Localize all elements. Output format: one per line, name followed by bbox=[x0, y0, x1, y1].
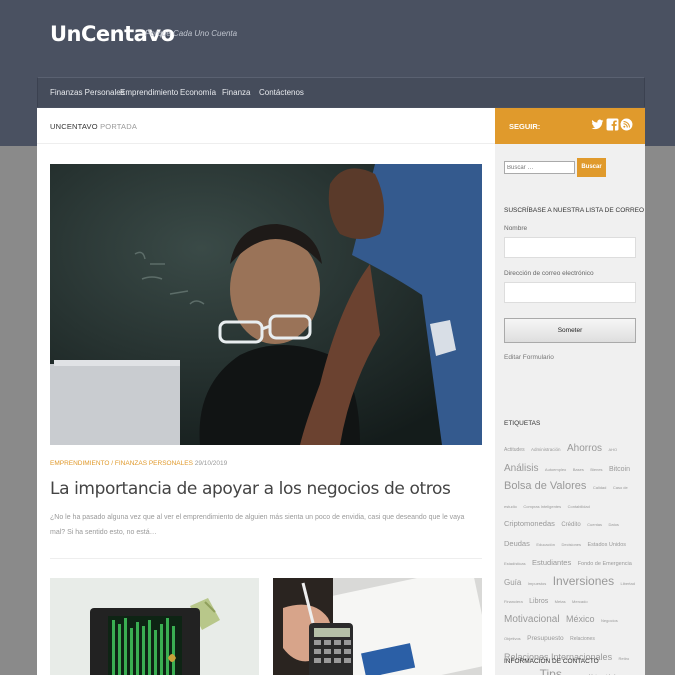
tag-link[interactable]: Estudiantes bbox=[532, 558, 571, 567]
tag-link[interactable]: AHO bbox=[608, 447, 617, 452]
post-title[interactable]: La importancia de apoyar a los negocios … bbox=[50, 479, 451, 499]
tag-link[interactable]: Relaciones bbox=[570, 636, 595, 642]
nav-item-contactenos[interactable]: Contáctenos bbox=[259, 88, 304, 97]
tag-link[interactable]: Ahorros bbox=[567, 443, 602, 454]
post-date: 29/10/2019 bbox=[194, 460, 228, 467]
featured-image[interactable] bbox=[50, 164, 482, 445]
search-input[interactable] bbox=[504, 161, 575, 174]
tag-link[interactable]: Motivacional bbox=[504, 614, 560, 625]
contact-title: INFORMACIÓN DE CONTACTO bbox=[504, 658, 599, 665]
tag-link[interactable]: Educación bbox=[536, 542, 555, 547]
breadcrumb: UNCENTAVO PORTADA bbox=[37, 108, 495, 144]
tag-link[interactable]: Guía bbox=[504, 578, 521, 587]
tag-link[interactable]: Decisiones bbox=[561, 542, 581, 547]
nav-item-economia[interactable]: Economía bbox=[180, 88, 216, 97]
main-nav: Finanzas Personales Emprendimiento Econo… bbox=[37, 77, 645, 107]
tag-link[interactable]: Tips bbox=[540, 667, 562, 675]
tag-cloud: Actitudes Administración Ahorros AHO Aná… bbox=[504, 439, 640, 675]
nav-item-finanza[interactable]: Finanza bbox=[222, 88, 250, 97]
tags-title: ETIQUETAS bbox=[504, 420, 541, 427]
tag-link[interactable]: Bases bbox=[573, 467, 584, 472]
submit-button[interactable]: Someter bbox=[504, 318, 636, 343]
tag-link[interactable]: Presupuesto bbox=[527, 635, 564, 642]
follow-bar: SEGUIR: bbox=[495, 108, 645, 144]
email-label: Dirección de correo electrónico bbox=[504, 270, 594, 277]
tag-link[interactable]: Negocios bbox=[601, 618, 618, 623]
name-field[interactable] bbox=[504, 237, 636, 258]
name-label: Nombre bbox=[504, 225, 528, 232]
tag-link[interactable]: Actitudes bbox=[504, 447, 525, 453]
tag-link[interactable]: Bienes bbox=[590, 467, 602, 472]
divider bbox=[50, 558, 482, 559]
tag-link[interactable]: Contabilidad bbox=[568, 504, 590, 509]
follow-label: SEGUIR: bbox=[509, 122, 541, 131]
tag-link[interactable]: Retiro bbox=[619, 656, 630, 661]
tag-link[interactable]: Bolsa de Valores bbox=[504, 480, 586, 492]
breadcrumb-current: PORTADA bbox=[100, 122, 138, 131]
tag-link[interactable]: Calidad bbox=[593, 485, 607, 490]
tag-link[interactable]: Compras Inteligentes bbox=[523, 504, 561, 509]
tag-link[interactable]: Datos bbox=[608, 522, 618, 527]
subscribe-title: SUSCRÍBASE A NUESTRA LISTA DE CORREO bbox=[504, 207, 645, 214]
post-thumbnail-1[interactable] bbox=[50, 578, 259, 675]
nav-item-emprendimiento[interactable]: Emprendimiento bbox=[120, 88, 178, 97]
tag-link[interactable]: Impuestos bbox=[528, 581, 546, 586]
site-tagline: Porque Cada Uno Cuenta bbox=[145, 29, 238, 38]
tag-link[interactable]: Crédito bbox=[561, 522, 580, 528]
tag-link[interactable]: Mercado bbox=[572, 599, 588, 604]
tag-link[interactable]: Cuentas bbox=[587, 522, 602, 527]
facebook-icon[interactable] bbox=[606, 118, 619, 131]
tag-link[interactable]: Estadísticas bbox=[504, 561, 526, 566]
search-button[interactable]: Buscar bbox=[577, 158, 606, 177]
sidebar: SEGUIR: Buscar SUSCRÍBASE A NUESTRA LIST… bbox=[495, 108, 645, 675]
tag-link[interactable]: Criptomonedas bbox=[504, 519, 555, 528]
post-thumbnail-2[interactable] bbox=[273, 578, 482, 675]
main-content: UNCENTAVO PORTADA EMPRENDIMIENTO / FINAN… bbox=[37, 108, 495, 675]
nav-item-finanzas-personales[interactable]: Finanzas Personales bbox=[50, 88, 125, 97]
tag-link[interactable]: México bbox=[566, 614, 595, 624]
tag-link[interactable]: Metas bbox=[555, 599, 566, 604]
post-categories[interactable]: EMPRENDIMIENTO / FINANZAS PERSONALES bbox=[50, 460, 193, 467]
tag-link[interactable]: Análisis bbox=[504, 463, 538, 474]
tag-link[interactable]: Estados Unidos bbox=[587, 542, 626, 548]
tag-link[interactable]: Autoempleo bbox=[545, 467, 566, 472]
email-field[interactable] bbox=[504, 282, 636, 303]
rss-icon[interactable] bbox=[620, 118, 633, 131]
breadcrumb-home[interactable]: UNCENTAVO bbox=[50, 122, 98, 131]
tag-link[interactable]: Bitcoin bbox=[609, 466, 630, 473]
post-excerpt: ¿No le ha pasado alguna vez que al ver e… bbox=[50, 514, 465, 536]
tag-link[interactable]: Administración bbox=[531, 447, 561, 452]
post-meta: EMPRENDIMIENTO / FINANZAS PERSONALES 29/… bbox=[50, 460, 227, 467]
tag-link[interactable]: Objetivos bbox=[504, 636, 521, 641]
tag-link[interactable]: Deudas bbox=[504, 539, 530, 548]
twitter-icon[interactable] bbox=[591, 118, 604, 131]
tag-link[interactable]: Fondo de Emergencia bbox=[578, 561, 632, 567]
tag-link[interactable]: Inversiones bbox=[553, 574, 614, 588]
tag-link[interactable]: Libros bbox=[529, 598, 548, 605]
edit-form-link[interactable]: Editar Formulario bbox=[504, 354, 554, 361]
